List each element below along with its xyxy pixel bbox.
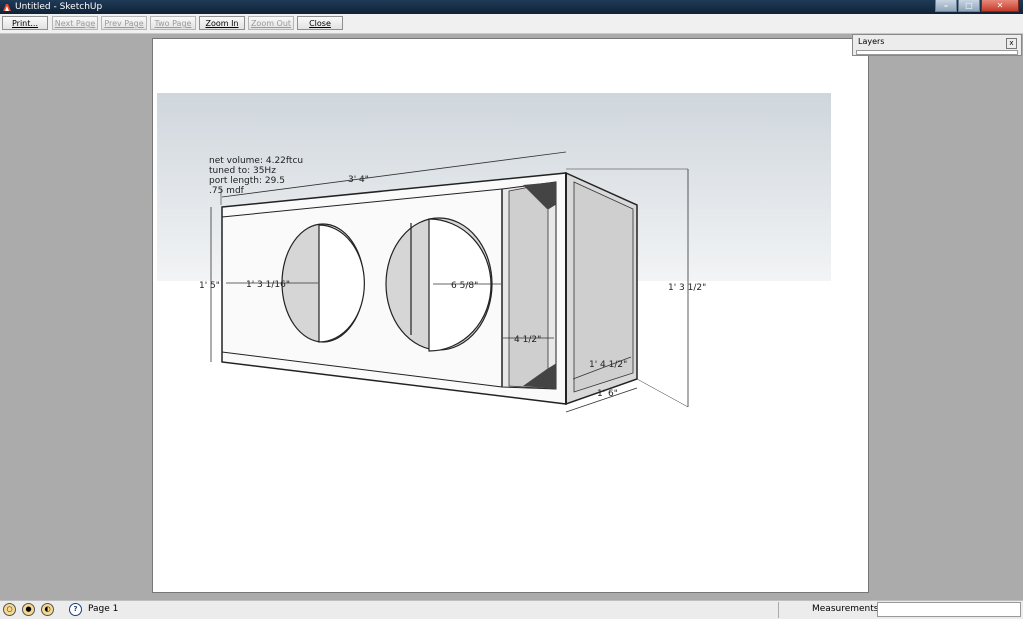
help-icon[interactable]: ? — [69, 603, 82, 616]
dim-label-port-width: 4 1/2" — [514, 335, 541, 345]
layers-panel: Layers x — [852, 34, 1022, 56]
dim-label-driver-offset: 1' 3 1/16" — [246, 280, 290, 290]
dim-ext-bottom — [636, 378, 689, 408]
layers-list[interactable] — [856, 50, 1018, 55]
note-material: .75 mdf — [209, 186, 245, 196]
credits-icon[interactable]: ● — [22, 603, 35, 616]
layers-close-button[interactable]: x — [1006, 38, 1017, 49]
two-page-button[interactable]: Two Page — [150, 16, 196, 30]
page-indicator: Page 1 — [88, 604, 119, 614]
zoom-out-button[interactable]: Zoom Out — [248, 16, 294, 30]
close-preview-button[interactable]: Close — [297, 16, 343, 30]
layers-panel-title: Layers — [858, 37, 885, 46]
sketchup-logo-icon — [3, 4, 11, 11]
user-account-icon[interactable]: ◐ — [41, 603, 54, 616]
dim-label-driver-gap: 6 5/8" — [451, 281, 478, 291]
note-tuning: tuned to: 35Hz — [209, 166, 276, 176]
minimize-button[interactable]: – — [935, 0, 957, 12]
status-bar: ○ ● ◐ ? Page 1 Measurements — [0, 600, 1023, 619]
dim-label-height-left: 1' 5" — [199, 281, 220, 291]
dim-label-depth: 1' 6" — [597, 389, 618, 399]
maximize-button[interactable]: □ — [958, 0, 980, 12]
status-divider — [778, 602, 779, 618]
note-port-length: port length: 29.5 — [209, 176, 285, 186]
window-controls: – □ ✕ — [935, 0, 1019, 12]
dim-label-height-right: 1' 3 1/2" — [668, 283, 706, 293]
note-net-volume: net volume: 4.22ftcu — [209, 156, 303, 166]
print-preview-toolbar: Print... Next Page Prev Page Two Page Zo… — [0, 14, 1023, 34]
measurements-label: Measurements — [812, 604, 879, 614]
print-button[interactable]: Print... — [2, 16, 48, 30]
prev-page-button[interactable]: Prev Page — [101, 16, 147, 30]
window-title: Untitled - SketchUp — [15, 2, 103, 12]
print-page-preview: 3' 4" 1' 5" 1' 3 1/16" 6 5/8" 4 1/2" 1' … — [152, 38, 869, 593]
next-page-button[interactable]: Next Page — [52, 16, 98, 30]
title-bar: Untitled - SketchUp – □ ✕ — [0, 0, 1023, 14]
dim-label-length: 3' 4" — [348, 175, 369, 185]
close-window-button[interactable]: ✕ — [981, 0, 1019, 12]
geolocation-icon[interactable]: ○ — [3, 603, 16, 616]
measurements-input[interactable] — [877, 602, 1021, 617]
zoom-in-button[interactable]: Zoom In — [199, 16, 245, 30]
model-drawing: 3' 4" 1' 5" 1' 3 1/16" 6 5/8" 4 1/2" 1' … — [157, 93, 831, 413]
dim-label-inner-depth: 1' 4 1/2" — [589, 360, 627, 370]
